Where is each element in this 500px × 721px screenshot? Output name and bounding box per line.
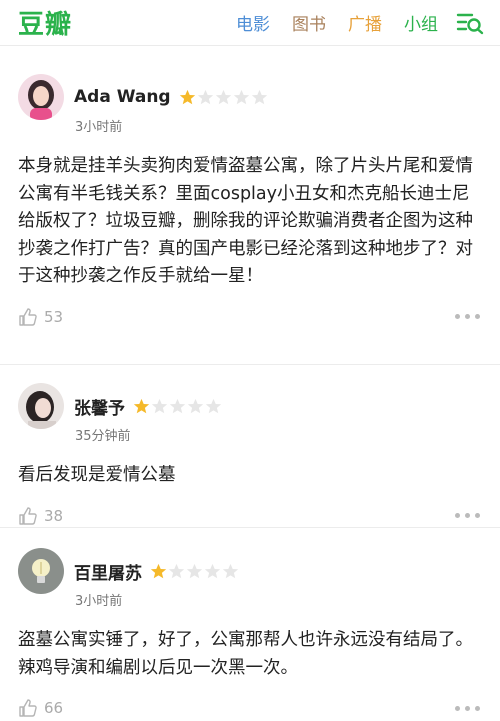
more-options-icon[interactable] [450, 509, 480, 522]
nav-books[interactable]: 图书 [292, 10, 326, 35]
author-name[interactable]: 百里屠苏 [74, 559, 142, 584]
rating-stars [150, 563, 240, 580]
more-options-icon[interactable] [450, 702, 480, 715]
comment-item: 张馨予 35分钟前 看后发现是爱情公墓 38 [0, 364, 500, 527]
rating-stars [179, 89, 269, 106]
douban-logo[interactable]: 豆瓣 [18, 4, 72, 41]
rating-stars [133, 398, 223, 415]
nav-groups[interactable]: 小组 [404, 10, 438, 35]
star-empty-icon [215, 89, 231, 104]
more-options-icon[interactable] [450, 310, 480, 323]
star-empty-icon [168, 563, 185, 578]
star-filled-icon [150, 563, 167, 578]
comment-time: 35分钟前 [75, 429, 131, 444]
comment-text: 本身就是挂羊头卖狗肉爱情盗墓公寓，除了片头片尾和爱情公寓有半毛钱关系？里面cos… [18, 156, 473, 286]
star-empty-icon [205, 398, 222, 413]
star-empty-icon [222, 563, 239, 578]
author-name[interactable]: 张馨予 [74, 394, 125, 419]
comment-item: 百里屠苏 3小时前 盗墓公寓实锤了，好了，公寓那帮人也许永远没有结局了。辣鸡导演… [0, 527, 500, 721]
like-button[interactable]: 66 [18, 698, 63, 718]
star-empty-icon [233, 89, 249, 104]
star-empty-icon [204, 563, 221, 578]
like-count: 66 [44, 699, 64, 717]
comment-time: 3小时前 [75, 120, 123, 135]
thumbs-up-icon [19, 307, 37, 326]
thumbs-up-icon [19, 699, 37, 717]
top-nav-bar: 豆瓣 电影 图书 广播 小组 [0, 0, 500, 46]
like-button[interactable]: 38 [18, 506, 63, 526]
star-empty-icon [187, 398, 204, 413]
nav-broadcast[interactable]: 广播 [348, 10, 382, 35]
thumbs-up-icon [19, 506, 37, 525]
user-avatar[interactable] [18, 74, 64, 120]
like-count: 53 [44, 307, 64, 326]
nav-links: 电影 图书 广播 小组 [214, 10, 484, 35]
user-avatar[interactable] [18, 548, 64, 594]
user-avatar[interactable] [18, 383, 64, 429]
star-empty-icon [169, 398, 186, 413]
menu-search-icon[interactable] [456, 11, 484, 35]
comment-time: 3小时前 [75, 594, 123, 609]
comment-text: 盗墓公寓实锤了，好了，公寓那帮人也许永远没有结局了。辣鸡导演和编剧以后见一次黑一… [18, 630, 473, 678]
comment-text: 看后发现是爱情公墓 [18, 465, 176, 485]
star-filled-icon [133, 398, 150, 413]
star-empty-icon [197, 89, 213, 104]
star-filled-icon [179, 89, 195, 104]
star-empty-icon [186, 563, 203, 578]
comment-item: Ada Wang 3小时前 本身就是挂羊头卖狗肉爱情盗墓公寓，除了片头片尾和爱情… [0, 46, 500, 364]
star-empty-icon [251, 89, 267, 104]
like-count: 38 [44, 506, 64, 525]
nav-movie[interactable]: 电影 [236, 10, 270, 35]
like-button[interactable]: 53 [18, 307, 63, 327]
author-name[interactable]: Ada Wang [74, 87, 171, 107]
star-empty-icon [151, 398, 168, 413]
